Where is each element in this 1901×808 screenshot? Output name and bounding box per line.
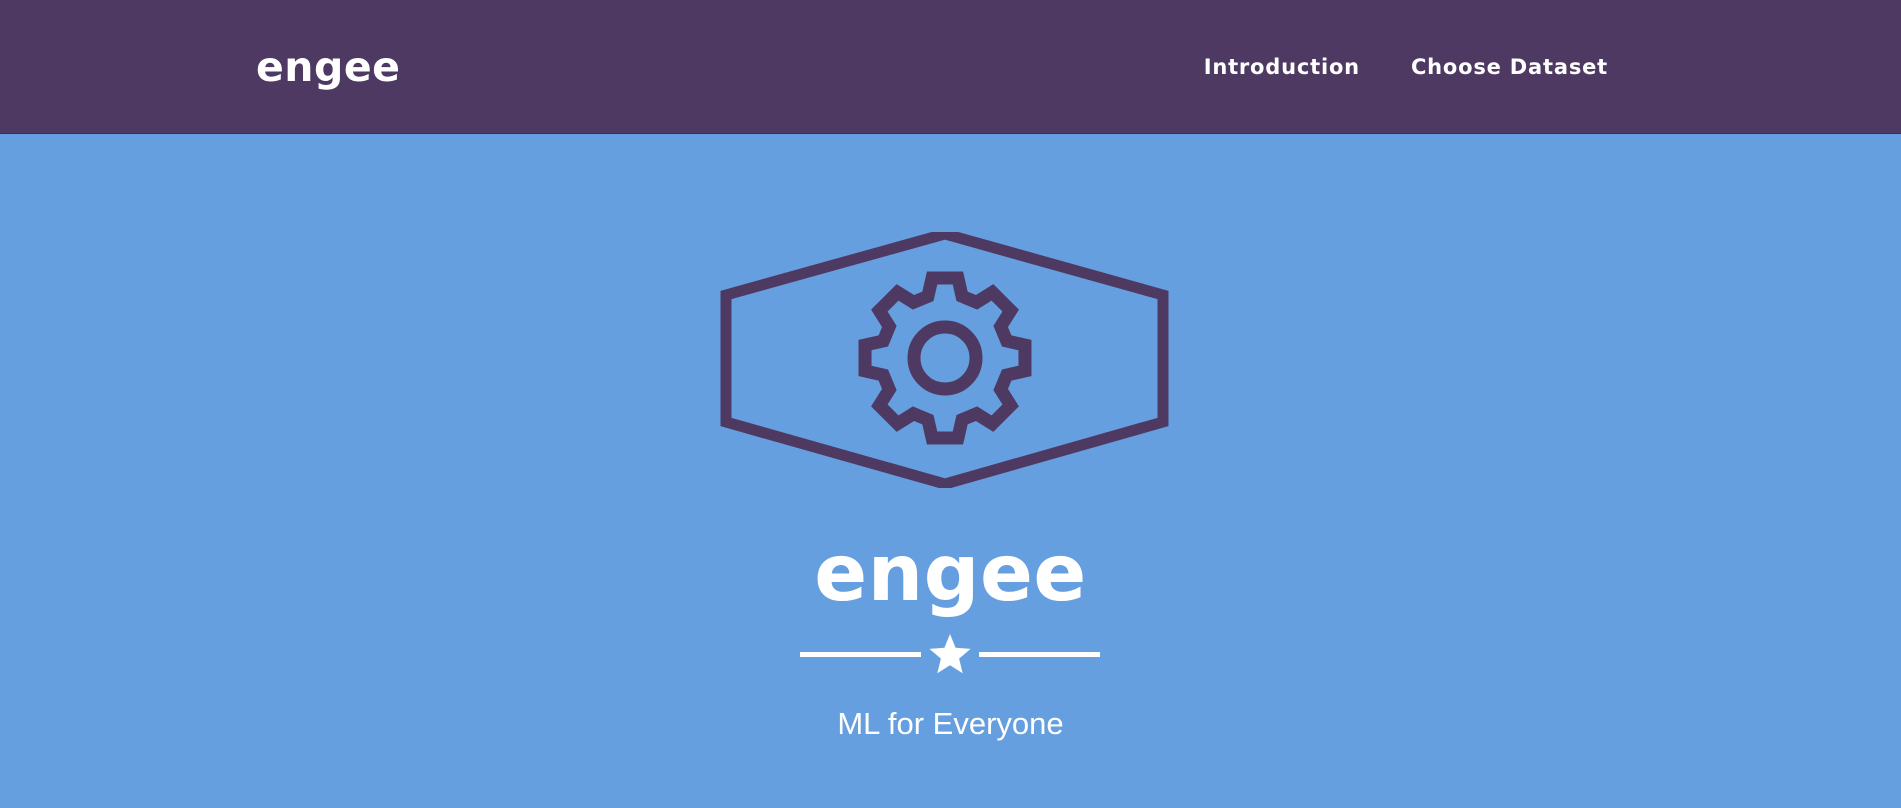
nav-link-introduction[interactable]: Introduction <box>1204 54 1360 80</box>
hero-title: engee <box>814 529 1087 619</box>
nav-links: Introduction Choose Dataset <box>1204 54 1608 80</box>
divider-line-left <box>800 652 921 657</box>
divider-line-right <box>979 652 1100 657</box>
brand-link[interactable]: engee <box>256 42 400 92</box>
hero-tagline: ML for Everyone <box>837 706 1064 741</box>
navbar: engee Introduction Choose Dataset <box>0 0 1901 134</box>
star-icon <box>929 634 971 674</box>
hero-section: engee ML for Everyone <box>0 134 1901 808</box>
gear-icon <box>858 271 1032 445</box>
hexagon-outline <box>720 232 1169 488</box>
nav-link-choose-dataset[interactable]: Choose Dataset <box>1411 54 1608 80</box>
star-divider <box>800 632 1100 676</box>
gear-in-hexagon-icon <box>720 232 1170 488</box>
